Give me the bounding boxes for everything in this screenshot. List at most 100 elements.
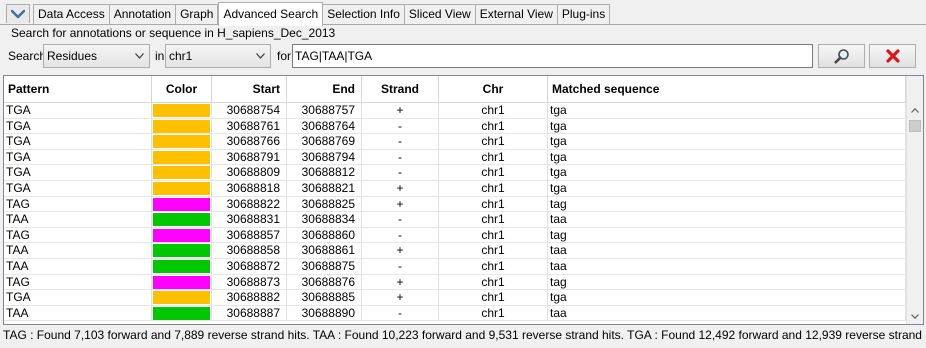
cell-chr: chr1 (439, 196, 548, 212)
column-header-chr[interactable]: Chr (439, 76, 548, 102)
cell-end: 30688885 (287, 290, 362, 306)
cell-end: 30688812 (287, 165, 362, 181)
tab-list: Data Access Annotation Graph Advanced Se… (33, 2, 611, 26)
cell-pattern: TGA (4, 180, 152, 196)
table-row[interactable]: TAA 30688887 30688890 - chr1 taa (4, 305, 906, 322)
cell-matched-sequence: taa (548, 305, 906, 321)
table-body: TGA 30688754 30688757 + chr1 tga TGA 306… (4, 103, 906, 324)
cell-chr: chr1 (439, 290, 548, 306)
red-x-icon (885, 49, 900, 63)
search-panel-heading: Search for annotations or sequence in H_… (11, 26, 336, 40)
color-swatch (153, 119, 210, 133)
cell-pattern: TGA (4, 134, 152, 150)
table-row[interactable]: TAG 30688873 30688876 + chr1 tag (4, 274, 906, 291)
query-input[interactable] (292, 44, 813, 68)
collapse-panel-button[interactable] (6, 4, 30, 23)
cell-chr: chr1 (439, 180, 548, 196)
cell-pattern: TGA (4, 290, 152, 306)
cell-chr: chr1 (439, 149, 548, 165)
cell-strand: - (362, 165, 439, 181)
table-row[interactable]: TAG 30688857 30688860 - chr1 tag (4, 227, 906, 244)
table-row[interactable]: TGA 30688882 30688885 + chr1 tga (4, 290, 906, 306)
chromosome-select[interactable]: chr1 (165, 44, 271, 68)
cell-start: 30688872 (212, 258, 287, 274)
column-header-color[interactable]: Color (152, 76, 212, 102)
table-row[interactable]: TAA 30688831 30688834 - chr1 taa (4, 212, 906, 228)
table-header: Pattern Color Start End Strand Chr Match… (4, 76, 906, 103)
tab-sliced-view[interactable]: Sliced View (404, 4, 476, 25)
cell-chr: chr1 (439, 118, 548, 134)
column-header-start[interactable]: Start (212, 76, 287, 102)
cell-start: 30688857 (212, 227, 287, 243)
cell-start: 30688791 (212, 149, 287, 165)
cell-pattern: TAA (4, 258, 152, 274)
tab-selection-info[interactable]: Selection Info (323, 4, 405, 25)
color-swatch (153, 213, 210, 227)
table-row[interactable]: TGA 30688809 30688812 - chr1 tga (4, 165, 906, 181)
scroll-up-button[interactable] (907, 102, 923, 118)
cell-end: 30688825 (287, 196, 362, 212)
cell-color (152, 305, 212, 321)
cell-color (152, 196, 212, 212)
tab-external-view[interactable]: External View (475, 4, 558, 25)
cell-end: 30688875 (287, 258, 362, 274)
cell-matched-sequence: taa (548, 212, 906, 228)
status-bar: TAG : Found 7,103 forward and 7,889 reve… (3, 328, 926, 342)
search-button[interactable] (818, 44, 865, 68)
search-label: Search (8, 49, 47, 63)
vertical-scrollbar[interactable] (906, 76, 923, 324)
table-row[interactable]: TAG 30688822 30688825 + chr1 tag (4, 196, 906, 213)
cell-end: 30688757 (287, 103, 362, 118)
cell-pattern: TAA (4, 212, 152, 228)
column-header-strand[interactable]: Strand (362, 76, 439, 102)
color-swatch (153, 291, 210, 305)
cell-color (152, 258, 212, 274)
in-label: in (155, 49, 165, 63)
color-swatch (153, 150, 210, 164)
column-header-matched-sequence[interactable]: Matched sequence (548, 76, 906, 102)
table-row[interactable]: TAA 30688858 30688861 + chr1 taa (4, 243, 906, 259)
search-type-value: Residues (47, 49, 98, 63)
clear-search-button[interactable] (869, 44, 916, 68)
chevron-down-icon (11, 9, 25, 19)
cell-strand: - (362, 227, 439, 243)
cell-start: 30688766 (212, 134, 287, 150)
tab-plug-ins[interactable]: Plug-ins (557, 4, 611, 25)
color-swatch (153, 104, 210, 117)
tab-graph[interactable]: Graph (176, 4, 219, 25)
scroll-thumb[interactable] (909, 120, 921, 132)
table-row[interactable]: TGA 30688766 30688769 - chr1 tga (4, 134, 906, 150)
cell-start: 30688818 (212, 180, 287, 196)
cell-strand: - (362, 305, 439, 321)
cell-color (152, 165, 212, 181)
table-row[interactable]: TGA 30688791 30688794 - chr1 tga (4, 149, 906, 166)
table-row[interactable]: TGA 30688761 30688764 - chr1 tga (4, 118, 906, 135)
cell-chr: chr1 (439, 103, 548, 118)
cell-end: 30688794 (287, 149, 362, 165)
table-row[interactable]: TGA 30688818 30688821 + chr1 tga (4, 180, 906, 197)
search-row: Search Residues in chr1 for (0, 43, 926, 69)
tab-bar: Data Access Annotation Graph Advanced Se… (0, 0, 926, 26)
tab-annotation[interactable]: Annotation (109, 4, 177, 25)
results-table: Pattern Color Start End Strand Chr Match… (3, 75, 924, 325)
search-type-select[interactable]: Residues (43, 44, 150, 68)
column-header-end[interactable]: End (287, 76, 362, 102)
tab-advanced-search[interactable]: Advanced Search (218, 2, 324, 26)
table-row[interactable]: TGA 30688754 30688757 + chr1 tga (4, 103, 906, 119)
cell-end: 30688861 (287, 243, 362, 259)
cell-strand: + (362, 274, 439, 290)
column-header-pattern[interactable]: Pattern (4, 76, 152, 102)
cell-color (152, 149, 212, 165)
cell-end: 30688764 (287, 118, 362, 134)
scroll-down-button[interactable] (907, 308, 923, 324)
cell-chr: chr1 (439, 134, 548, 150)
chevron-up-icon (911, 107, 919, 113)
table-row[interactable]: TAA 30688872 30688875 - chr1 taa (4, 258, 906, 275)
color-swatch (153, 197, 210, 211)
tab-data-access[interactable]: Data Access (33, 4, 110, 25)
chromosome-value: chr1 (169, 49, 193, 63)
chevron-down-icon (256, 53, 265, 59)
magnifier-icon (834, 49, 849, 64)
color-swatch (153, 228, 210, 242)
cell-pattern: TGA (4, 165, 152, 181)
